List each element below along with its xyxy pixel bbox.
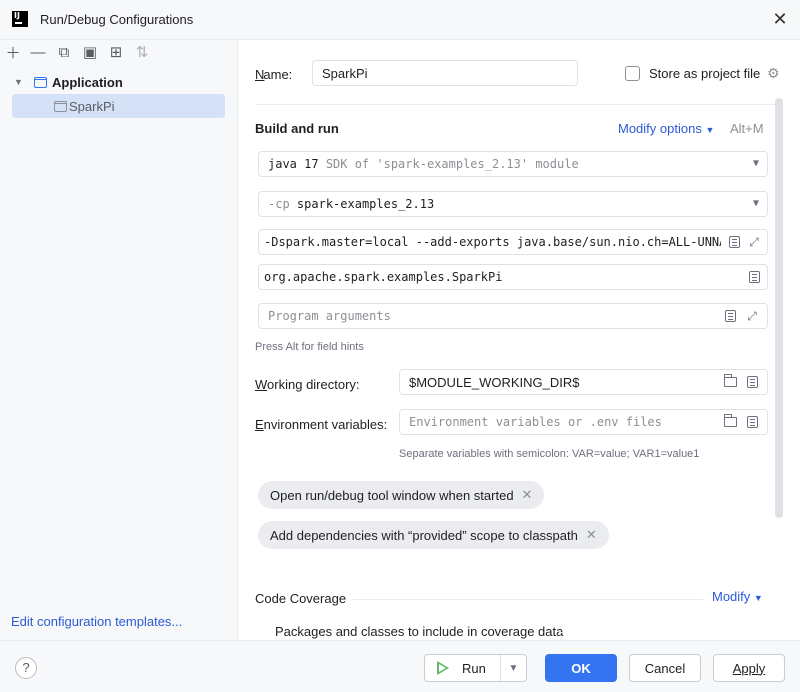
add-icon[interactable]: ＋ — [4, 43, 22, 62]
chip-label: Add dependencies with “provided” scope t… — [270, 527, 578, 543]
program-arguments-input[interactable]: Program arguments ⤢ — [258, 303, 768, 329]
ok-button[interactable]: OK — [545, 654, 617, 682]
document-icon[interactable] — [747, 270, 761, 284]
cancel-button[interactable]: Cancel — [629, 654, 701, 682]
env-label-text: nvironment variables: — [263, 417, 388, 432]
help-button[interactable]: ? — [15, 657, 37, 679]
document-icon[interactable] — [727, 235, 741, 249]
name-label-text: ame: — [263, 67, 293, 82]
working-dir-input[interactable]: $MODULE_WORKING_DIR$ — [399, 369, 768, 395]
copy-icon[interactable]: ⧉ — [55, 43, 73, 61]
chip-label: Open run/debug tool window when started — [270, 487, 514, 503]
tree-item-sparkpi[interactable]: SparkPi — [12, 94, 225, 118]
remove-chip-icon[interactable]: ✕ — [522, 487, 533, 503]
window-title: Run/Debug Configurations — [40, 12, 194, 27]
tree-item-label: SparkPi — [69, 98, 115, 114]
sdk-dropdown[interactable]: java 17 SDK of 'spark-examples_2.13' mod… — [258, 151, 768, 177]
expand-icon[interactable]: ⤢ — [745, 309, 759, 323]
tree-item-application[interactable]: ▼ Application — [12, 70, 225, 94]
scrollbar[interactable] — [775, 98, 783, 518]
name-input[interactable]: SparkPi — [312, 60, 578, 86]
main-class-input[interactable]: org.apache.spark.examples.SparkPi — [258, 264, 768, 290]
env-placeholder: Environment variables or .env files — [409, 415, 662, 429]
name-label: Name: — [255, 67, 293, 82]
configuration-form: Name: SparkPi Store as project file ⚙ Bu… — [239, 40, 800, 640]
dialog-footer: ? Run ▼ OK Cancel Apply — [0, 640, 800, 692]
working-dir-label: Working directory: — [255, 377, 360, 392]
vm-options-value: -Dspark.master=local --add-exports java.… — [264, 235, 721, 249]
chip-open-tool-window[interactable]: Open run/debug tool window when started … — [258, 481, 545, 509]
chevron-down-icon[interactable]: ▼ — [14, 77, 26, 87]
modify-options-link[interactable]: Modify options ▼ — [618, 121, 714, 136]
run-icon — [437, 661, 450, 675]
application-icon — [34, 76, 47, 88]
remove-icon[interactable]: — — [29, 43, 47, 61]
sidebar-toolbar: ＋ — ⧉ ▣ ⊞ ⇅ — [0, 40, 238, 66]
apply-button[interactable]: Apply — [713, 654, 785, 682]
new-folder-icon[interactable]: ⊞ — [107, 43, 125, 61]
env-label: Environment variables: — [255, 417, 388, 432]
modify-options-label: Modify options — [618, 121, 702, 136]
chevron-down-icon[interactable]: ▼ — [753, 198, 759, 209]
run-label: Run — [462, 660, 486, 676]
divider — [559, 632, 564, 633]
field-hint: Press Alt for field hints — [255, 341, 364, 353]
working-dir-value: $MODULE_WORKING_DIR$ — [409, 374, 580, 390]
env-hint: Separate variables with semicolon: VAR=v… — [399, 448, 700, 460]
name-input-value: SparkPi — [322, 65, 368, 81]
apply-label: Apply — [732, 660, 766, 676]
close-button[interactable]: ✕ — [770, 10, 790, 30]
coverage-packages-label: Packages and classes to include in cover… — [275, 624, 564, 639]
folder-icon[interactable] — [723, 414, 737, 429]
expand-icon[interactable]: ⤢ — [747, 235, 761, 249]
classpath-dropdown[interactable]: -cp spark-examples_2.13 ▼ — [258, 191, 768, 217]
code-coverage-label: Code Coverage — [255, 591, 347, 606]
chevron-down-icon: ▼ — [705, 125, 715, 135]
cp-flag: -cp — [268, 197, 290, 211]
run-button[interactable]: Run ▼ — [424, 654, 527, 682]
application-config-icon — [54, 100, 67, 112]
sdk-detail: SDK of 'spark-examples_2.13' module — [325, 157, 579, 171]
chevron-down-icon[interactable]: ▼ — [753, 158, 759, 169]
working-dir-label-text: orking directory: — [267, 377, 360, 392]
title-bar: IJ Run/Debug Configurations ✕ — [0, 0, 800, 40]
build-run-heading: Build and run — [255, 121, 339, 136]
divider — [353, 599, 703, 600]
sdk-java: java 17 — [268, 157, 319, 171]
chevron-down-icon[interactable]: ▼ — [500, 655, 526, 681]
document-icon[interactable] — [745, 375, 759, 389]
document-icon[interactable] — [745, 415, 759, 429]
configurations-sidebar: ＋ — ⧉ ▣ ⊞ ⇅ ▼ Application SparkPi Edit c… — [0, 40, 238, 640]
save-icon[interactable]: ▣ — [81, 43, 99, 61]
document-icon[interactable] — [723, 309, 737, 323]
remove-chip-icon[interactable]: ✕ — [586, 527, 597, 543]
sort-icon[interactable]: ⇅ — [133, 43, 151, 61]
env-variables-input[interactable]: Environment variables or .env files — [399, 409, 768, 435]
main-class-value: org.apache.spark.examples.SparkPi — [264, 270, 503, 284]
vm-options-input[interactable]: -Dspark.master=local --add-exports java.… — [258, 229, 768, 255]
coverage-modify-label: Modify — [712, 589, 751, 604]
folder-icon[interactable] — [723, 374, 737, 389]
cp-value: spark-examples_2.13 — [296, 197, 435, 211]
tree-item-label: Application — [52, 74, 123, 90]
intellij-logo-icon: IJ — [12, 11, 28, 27]
divider — [255, 104, 775, 105]
coverage-modify-link[interactable]: Modify ▼ — [712, 589, 763, 604]
store-as-project-label: Store as project file — [649, 66, 761, 81]
chevron-down-icon: ▼ — [753, 593, 763, 603]
gear-icon[interactable]: ⚙ — [767, 65, 780, 82]
program-arguments-placeholder: Program arguments — [268, 309, 391, 323]
chip-add-provided-deps[interactable]: Add dependencies with “provided” scope t… — [258, 521, 609, 549]
modify-options-shortcut: Alt+M — [730, 121, 764, 136]
edit-templates-link[interactable]: Edit configuration templates... — [11, 614, 182, 629]
store-as-project-checkbox[interactable] — [625, 66, 640, 81]
